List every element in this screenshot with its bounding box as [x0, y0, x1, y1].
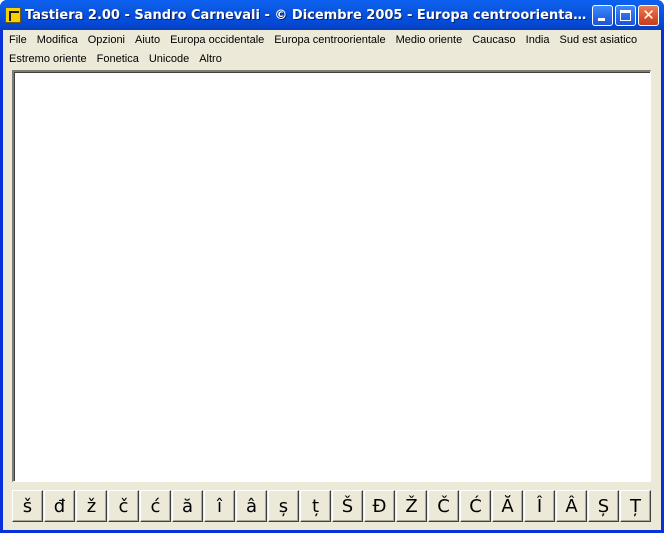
menu-europa-occidentale[interactable]: Europa occidentale	[166, 31, 270, 50]
menu-sud-est-asiatico[interactable]: Sud est asiatico	[556, 31, 644, 50]
char-button-a-circumflex[interactable]: â	[236, 490, 267, 522]
app-icon[interactable]	[5, 7, 21, 23]
char-button-z-caron[interactable]: ž	[76, 490, 107, 522]
char-button-s-comma[interactable]: ș	[268, 490, 299, 522]
window-title: Tastiera 2.00 - Sandro Carnevali - © Dic…	[25, 7, 588, 23]
text-editor[interactable]	[12, 70, 651, 482]
close-icon: ✕	[642, 5, 655, 24]
char-button-S-comma-upper[interactable]: Ș	[588, 490, 619, 522]
maximize-icon	[620, 9, 631, 21]
char-button-s-caron[interactable]: š	[12, 490, 43, 522]
minimize-icon	[598, 17, 605, 21]
char-button-c-caron[interactable]: č	[108, 490, 139, 522]
menu-medio-oriente[interactable]: Medio oriente	[392, 31, 469, 50]
char-button-c-acute[interactable]: ć	[140, 490, 171, 522]
menu-unicode[interactable]: Unicode	[145, 50, 195, 69]
char-button-Z-caron-upper[interactable]: Ž	[396, 490, 427, 522]
char-button-S-caron-upper[interactable]: Š	[332, 490, 363, 522]
menu-estremo-oriente[interactable]: Estremo oriente	[5, 50, 93, 69]
char-button-I-circumflex-upper[interactable]: Î	[524, 490, 555, 522]
title-bar[interactable]: Tastiera 2.00 - Sandro Carnevali - © Dic…	[0, 0, 664, 30]
menu-file[interactable]: File	[5, 31, 33, 50]
minimize-button[interactable]	[592, 4, 613, 26]
char-button-i-circumflex[interactable]: î	[204, 490, 235, 522]
menu-altro[interactable]: Altro	[195, 50, 228, 69]
menu-aiuto[interactable]: Aiuto	[131, 31, 166, 50]
char-button-d-stroke[interactable]: đ	[44, 490, 75, 522]
char-button-D-stroke-upper[interactable]: Đ	[364, 490, 395, 522]
window-controls: ✕	[592, 4, 659, 26]
char-button-A-circumflex-upper[interactable]: Â	[556, 490, 587, 522]
menu-opzioni[interactable]: Opzioni	[84, 31, 131, 50]
character-button-bar: š đ ž č ć ă î â ș ț Š Đ Ž Č Ć Ă Î Â Ș Ț	[12, 490, 651, 522]
menu-europa-centroorientale[interactable]: Europa centroorientale	[270, 31, 391, 50]
char-button-C-acute-upper[interactable]: Ć	[460, 490, 491, 522]
menu-caucaso[interactable]: Caucaso	[468, 31, 521, 50]
app-window: Tastiera 2.00 - Sandro Carnevali - © Dic…	[0, 0, 664, 533]
char-button-C-caron-upper[interactable]: Č	[428, 490, 459, 522]
close-button[interactable]: ✕	[638, 4, 659, 26]
client-area: File Modifica Opzioni Aiuto Europa occid…	[3, 30, 661, 530]
menu-india[interactable]: India	[522, 31, 556, 50]
menu-bar: File Modifica Opzioni Aiuto Europa occid…	[3, 30, 661, 68]
menu-fonetica[interactable]: Fonetica	[93, 50, 145, 69]
maximize-button[interactable]	[615, 4, 636, 26]
char-button-T-comma-upper[interactable]: Ț	[620, 490, 651, 522]
char-button-t-comma[interactable]: ț	[300, 490, 331, 522]
menu-modifica[interactable]: Modifica	[33, 31, 84, 50]
char-button-A-breve-upper[interactable]: Ă	[492, 490, 523, 522]
char-button-a-breve[interactable]: ă	[172, 490, 203, 522]
